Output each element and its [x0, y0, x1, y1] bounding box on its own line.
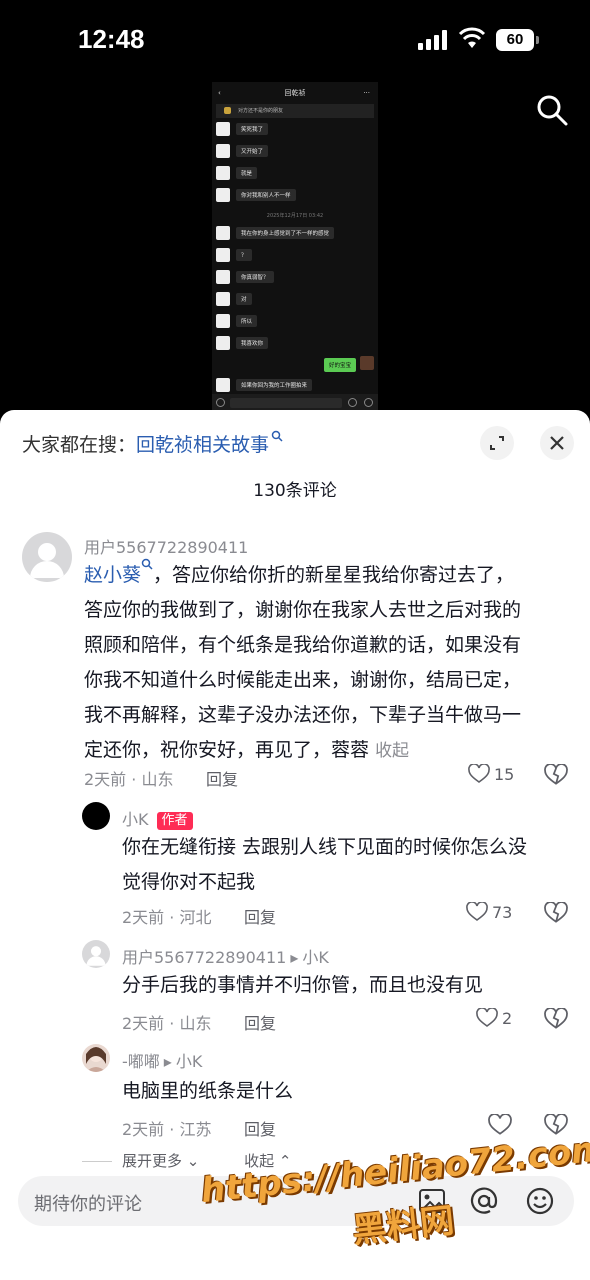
like-button[interactable]: 15: [468, 764, 514, 784]
broken-heart-icon[interactable]: [544, 1008, 568, 1030]
chat-message: 我在你的身上感觉到了不一样的感觉: [216, 226, 335, 240]
back-icon: ‹: [218, 89, 221, 97]
chat-message: 我喜欢你: [216, 336, 269, 350]
expand-button[interactable]: [480, 426, 514, 460]
mention-icon[interactable]: [470, 1187, 498, 1215]
comment-text: 分手后我的事情并不归你管，而且也没有见: [122, 974, 484, 996]
comment-meta: 2天前 · 山东: [122, 1014, 212, 1033]
avatar[interactable]: [82, 802, 110, 830]
comment-meta: 2天前 · 山东: [84, 770, 174, 789]
reply-button[interactable]: 回复: [206, 766, 238, 790]
trending-search[interactable]: 大家都在搜：回乾祯相关故事: [22, 430, 283, 457]
close-button[interactable]: [540, 426, 574, 460]
avatar[interactable]: [82, 940, 110, 968]
signal-icon: [418, 30, 448, 50]
heart-icon: [468, 764, 490, 783]
chat-notice: 对方还不是你的朋友: [216, 104, 374, 118]
heart-icon[interactable]: [488, 1114, 512, 1136]
chat-header: ‹ 回乾祯 ···: [212, 82, 378, 104]
reply-button[interactable]: 回复: [244, 1116, 276, 1140]
trending-prefix: 大家都在搜：: [22, 434, 137, 456]
reply-button[interactable]: 回复: [244, 1010, 276, 1034]
comment-count: 130条评论: [253, 481, 337, 501]
avatar[interactable]: [22, 532, 72, 582]
chat-message: 如果你回为我的工作圈拍来: [216, 378, 313, 392]
wifi-icon: [458, 27, 486, 48]
comment-username[interactable]: 用户5567722890411 ▸ 小K: [122, 944, 329, 968]
chat-my-message: 好的宝宝: [323, 358, 356, 372]
search-icon: [141, 558, 153, 570]
chat-message: 所以: [216, 314, 258, 328]
chat-message: 又开始了: [216, 144, 269, 158]
like-button[interactable]: 2: [476, 1008, 512, 1028]
comment-meta: 2天前 · 江苏: [122, 1120, 212, 1139]
like-count: 2: [502, 1008, 513, 1028]
more-icon: ···: [363, 89, 370, 97]
broken-heart-icon[interactable]: [544, 764, 568, 786]
chat-screenshot: ‹ 回乾祯 ··· 对方还不是你的朋友 笑死我了 又开始了 就是 你对我和别人不…: [212, 82, 378, 412]
like-count: 73: [492, 902, 513, 922]
author-badge: 作者: [156, 811, 193, 830]
comment-meta: 2天前 · 河北: [122, 908, 212, 927]
plus-icon: [364, 398, 373, 407]
comment-text: 你在无缝衔接 去跟别人线下见面的时候你怎么没 觉得你对不起我: [122, 836, 528, 893]
close-icon: [550, 436, 564, 450]
search-icon[interactable]: [536, 94, 568, 126]
avatar[interactable]: [82, 1044, 110, 1072]
heart-icon: [476, 1008, 498, 1027]
expand-icon: [490, 436, 504, 450]
like-button[interactable]: 73: [466, 902, 512, 922]
broken-heart-icon[interactable]: [544, 902, 568, 924]
comment-text: 电脑里的纸条是什么: [122, 1080, 294, 1102]
chat-message: 笑死我了: [216, 122, 269, 136]
chat-message: 对: [216, 292, 252, 306]
heart-icon: [466, 902, 488, 921]
status-bar: 12:48 60: [0, 0, 590, 80]
comment-text: 赵小葵 ，答应你给你折的新星星我给你寄过去了， 答应你的我做到了，谢谢你在我家人去…: [84, 558, 574, 769]
expand-more-button[interactable]: 展开更多: [122, 1152, 182, 1170]
like-count: 15: [494, 764, 515, 784]
battery-icon: 60: [496, 29, 539, 51]
comment-username[interactable]: 小K 作者: [122, 806, 193, 830]
search-icon: [271, 430, 283, 442]
chat-message: ？: [216, 248, 252, 262]
chat-message: 你真弱智？: [216, 270, 274, 284]
comment-username[interactable]: -嘟嘟 ▸ 小K: [122, 1048, 202, 1072]
reply-button[interactable]: 回复: [244, 904, 276, 928]
chat-my-avatar: [360, 356, 374, 370]
collapse-link[interactable]: 收起: [375, 741, 409, 761]
trending-keyword[interactable]: 回乾祯相关故事: [136, 434, 269, 456]
voice-icon: [216, 398, 225, 407]
chat-message: 你对我和别人不一样: [216, 188, 296, 202]
chat-message: 就是: [216, 166, 258, 180]
comment-username[interactable]: 用户5567722890411: [84, 534, 248, 558]
chat-timestamp: 2025年12月17日 03:42: [266, 213, 324, 219]
status-time: 12:48: [78, 24, 145, 54]
emoji-icon: [348, 398, 357, 407]
comment-input-placeholder: 期待你的评论: [34, 1194, 142, 1215]
chat-title: 回乾祯: [284, 89, 306, 97]
emoji-icon[interactable]: [526, 1187, 554, 1215]
mention-link[interactable]: 赵小葵: [84, 564, 141, 586]
